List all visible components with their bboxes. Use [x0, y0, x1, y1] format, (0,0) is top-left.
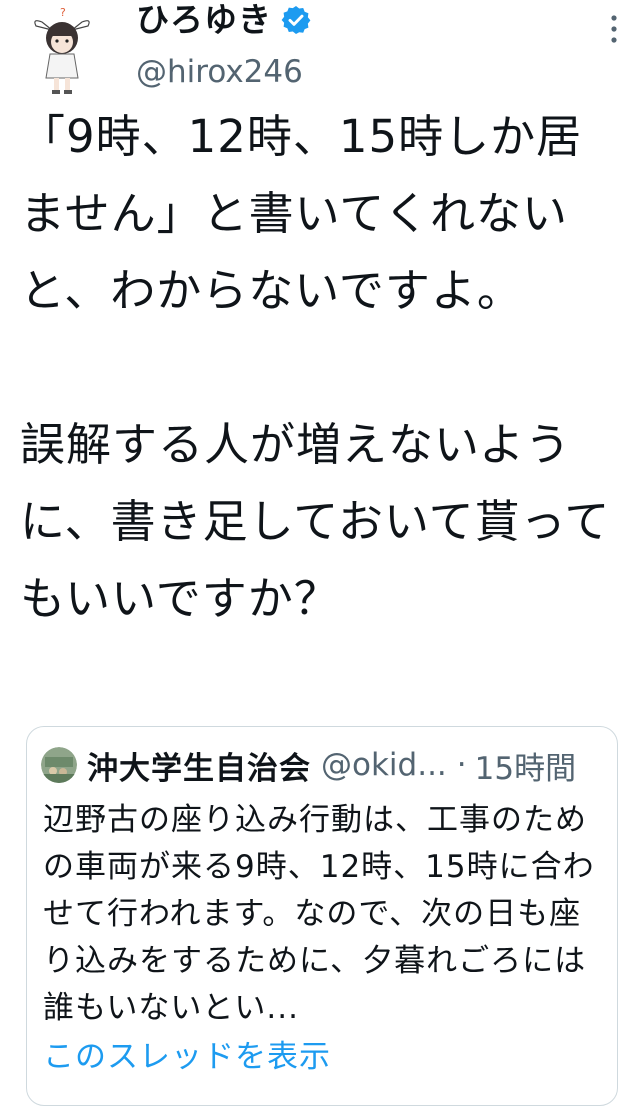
author-handle[interactable]: @hirox246	[136, 52, 303, 92]
quoted-tweet-header: 沖大学生自治会 @okid... · 15時間	[41, 743, 576, 787]
tweet-text: 「9時、12時、15時しか居ません」と書いてくれないと、わからないですよ。 誤解…	[20, 110, 611, 625]
quoted-avatar-icon	[41, 747, 77, 783]
quoted-tweet-card[interactable]: 沖大学生自治会 @okid... · 15時間 辺野古の座り込み行動は、工事のた…	[26, 726, 618, 1106]
avatar-rabbit-girl-icon[interactable]: ?	[30, 4, 94, 96]
more-options-icon[interactable]	[608, 14, 620, 44]
quoted-handle: @okid...	[321, 747, 447, 783]
svg-text:?: ?	[60, 6, 66, 19]
tweet-header: ? ひろゆき @hirox246	[0, 0, 640, 100]
quoted-separator: ·	[456, 747, 467, 783]
quoted-tweet-text: 辺野古の座り込み行動は、工事のための車両が来る9時、12時、15時に合わせて行わ…	[43, 802, 595, 1026]
verified-badge-icon	[281, 6, 311, 34]
display-name[interactable]: ひろゆき	[136, 0, 272, 40]
display-name-row: ひろゆき	[136, 0, 312, 40]
quoted-display-name: 沖大学生自治会	[87, 750, 311, 787]
show-thread-link[interactable]: このスレッドを表示	[43, 1035, 331, 1079]
quoted-timestamp: 15時間	[474, 750, 577, 787]
